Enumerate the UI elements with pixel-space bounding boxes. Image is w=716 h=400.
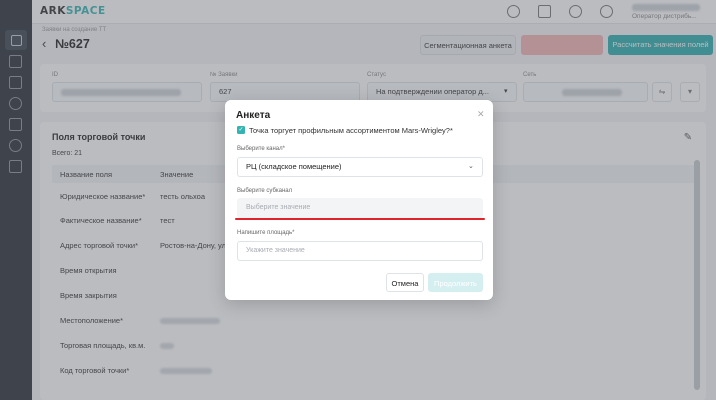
continue-button[interactable]: Продолжить [428,273,483,292]
chevron-down-icon: ⌄ [468,163,474,170]
area-input[interactable]: Укажите значение [237,241,483,261]
channel-select[interactable]: РЦ (складское помещение) ⌄ [237,157,483,177]
error-underline [235,218,485,220]
channel-label: Выберите канал* [237,146,285,152]
subchannel-label: Выберите субканал [237,188,293,194]
checkbox-checked-icon[interactable]: ✓ [237,126,245,134]
checkbox-label[interactable]: Точка торгует профильным ассортиментом M… [249,126,453,135]
cancel-button[interactable]: Отмена [386,273,424,292]
close-icon[interactable]: ✕ [477,109,485,120]
modal-title: Анкета [236,110,271,121]
survey-modal: Анкета ✕ ✓ Точка торгует профильным ассо… [225,100,493,300]
area-label: Напишите площадь* [237,230,295,236]
channel-value: РЦ (складское помещение) [246,162,342,171]
subchannel-select[interactable]: Выберите значение [237,198,483,218]
